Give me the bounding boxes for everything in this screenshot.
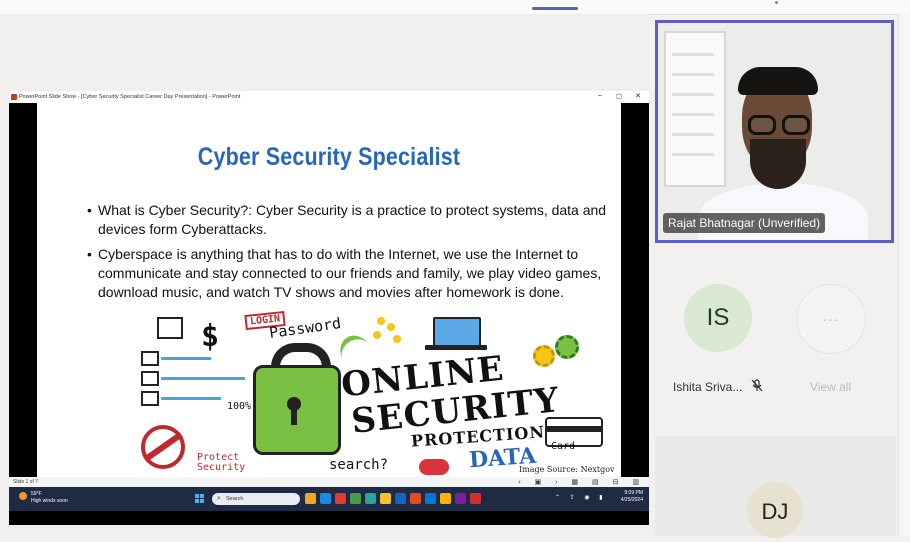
search-label: search? <box>329 457 389 473</box>
taskbar-app-icon[interactable] <box>470 493 481 504</box>
taskbar-clock[interactable]: 9:09 PM 4/25/2024 <box>615 490 643 504</box>
taskbar-app-icon[interactable] <box>425 493 436 504</box>
more-dot <box>775 1 778 4</box>
person-hair <box>738 67 818 95</box>
taskbar-app-icon[interactable] <box>440 493 451 504</box>
more-participants-button[interactable]: ··· <box>796 284 866 354</box>
clock-date: 4/25/2024 <box>620 497 643 503</box>
percent-label: 100% <box>227 401 252 412</box>
cloud-icon <box>419 459 449 475</box>
presenter-video-tile[interactable]: Rajat Bhatnagar (Unverified) <box>655 20 894 243</box>
slideshow-controls[interactable]: ‹ ▣ › ▦ ▤ ⊟ ▥ <box>518 478 645 486</box>
prohibited-icon <box>141 425 185 469</box>
slide: Cyber Security Specialist What is Cyber … <box>37 103 621 477</box>
system-tray[interactable]: ⌃ ⇪ ◉ ▮ <box>555 494 607 501</box>
taskbar-app-icon[interactable] <box>365 493 376 504</box>
minimize-button[interactable]: – <box>593 92 607 99</box>
image-credit: Image Source: Nextgov <box>519 465 615 474</box>
search-icon: ⌕ <box>217 495 221 502</box>
online-security-illustration: $ LOGIN Password 100% ONLINE SECURITY PR… <box>99 310 619 477</box>
slide-title: Cyber Security Specialist <box>197 143 461 171</box>
taskbar-search-input[interactable]: ⌕ Search <box>212 493 300 505</box>
dollar-icon: $ <box>201 319 220 354</box>
bullet-item: Cyberspace is anything that has to do wi… <box>87 245 607 302</box>
taskbar-app-icon[interactable] <box>410 493 421 504</box>
view-all-link[interactable]: View all <box>810 380 851 394</box>
mic-off-icon <box>751 379 765 393</box>
laptop-base <box>425 345 487 350</box>
list-icon <box>141 351 159 366</box>
participant-card[interactable]: DJ <box>655 436 896 538</box>
glasses <box>744 115 814 137</box>
weather-temp: 59°F <box>31 491 42 497</box>
weather-icon <box>19 492 27 500</box>
person-beard <box>750 139 806 189</box>
list-icon <box>141 371 159 386</box>
line-mark <box>161 377 245 380</box>
windows-taskbar: 59°F High winds soon ⌕ Search ⌃ ⇪ ◉ ▮ 9:0… <box>9 487 649 511</box>
weather-desc: High winds soon <box>31 498 68 504</box>
taskbar-app-icon[interactable] <box>335 493 346 504</box>
restore-button[interactable]: ◻ <box>612 92 626 100</box>
close-button[interactable]: ✕ <box>631 92 645 100</box>
side-rail <box>898 14 910 536</box>
active-tab-indicator[interactable] <box>532 7 578 10</box>
search-placeholder: Search <box>226 496 244 502</box>
list-icon <box>141 391 159 406</box>
taskbar-app-icon[interactable] <box>320 493 331 504</box>
powerpoint-titlebar: PowerPoint Slide Show - [Cyber Security … <box>9 91 649 103</box>
slide-indicator: Slide 1 of 7 <box>13 479 39 485</box>
laptop-icon <box>433 317 481 347</box>
checkbox-icon <box>157 317 183 339</box>
presenter-name-tag: Rajat Bhatnagar (Unverified) <box>663 213 826 233</box>
participants-panel: IS ··· Ishita Sriva... View all DJ <box>655 250 910 538</box>
gear-icon <box>555 335 579 359</box>
window-frame <box>664 31 726 187</box>
taskbar-app-icon[interactable] <box>380 493 391 504</box>
keyhole-stem <box>291 407 297 425</box>
line-mark <box>161 357 211 360</box>
taskbar-app-icon[interactable] <box>305 493 316 504</box>
bullet-item: What is Cyber Security?: Cyber Security … <box>87 201 607 239</box>
card-label: Card <box>551 441 576 452</box>
clock-time: 9:09 PM <box>624 490 643 496</box>
participant-name: Ishita Sriva... <box>673 380 743 394</box>
meeting-top-bar <box>0 0 910 15</box>
powerpoint-logo-icon <box>11 94 17 100</box>
protect-security-label: Protect Security <box>197 452 246 473</box>
powerpoint-slideshow-window: PowerPoint Slide Show - [Cyber Security … <box>9 91 649 525</box>
window-title: PowerPoint Slide Show - [Cyber Security … <box>19 94 241 100</box>
participant-avatar: DJ <box>747 482 803 538</box>
network-icon <box>377 317 385 325</box>
video-background <box>658 23 891 240</box>
taskbar-app-icon[interactable] <box>350 493 361 504</box>
slide-bullets: What is Cyber Security?: Cyber Security … <box>87 201 607 308</box>
taskbar-app-icon[interactable] <box>395 493 406 504</box>
line-mark <box>161 397 221 400</box>
windows-start-icon[interactable] <box>195 494 205 504</box>
gear-icon <box>533 345 555 367</box>
taskbar-app-icon[interactable] <box>455 493 466 504</box>
slideshow-status-bar: Slide 1 of 7 ‹ ▣ › ▦ ▤ ⊟ ▥ <box>9 477 649 487</box>
participant-avatar[interactable]: IS <box>684 284 752 352</box>
